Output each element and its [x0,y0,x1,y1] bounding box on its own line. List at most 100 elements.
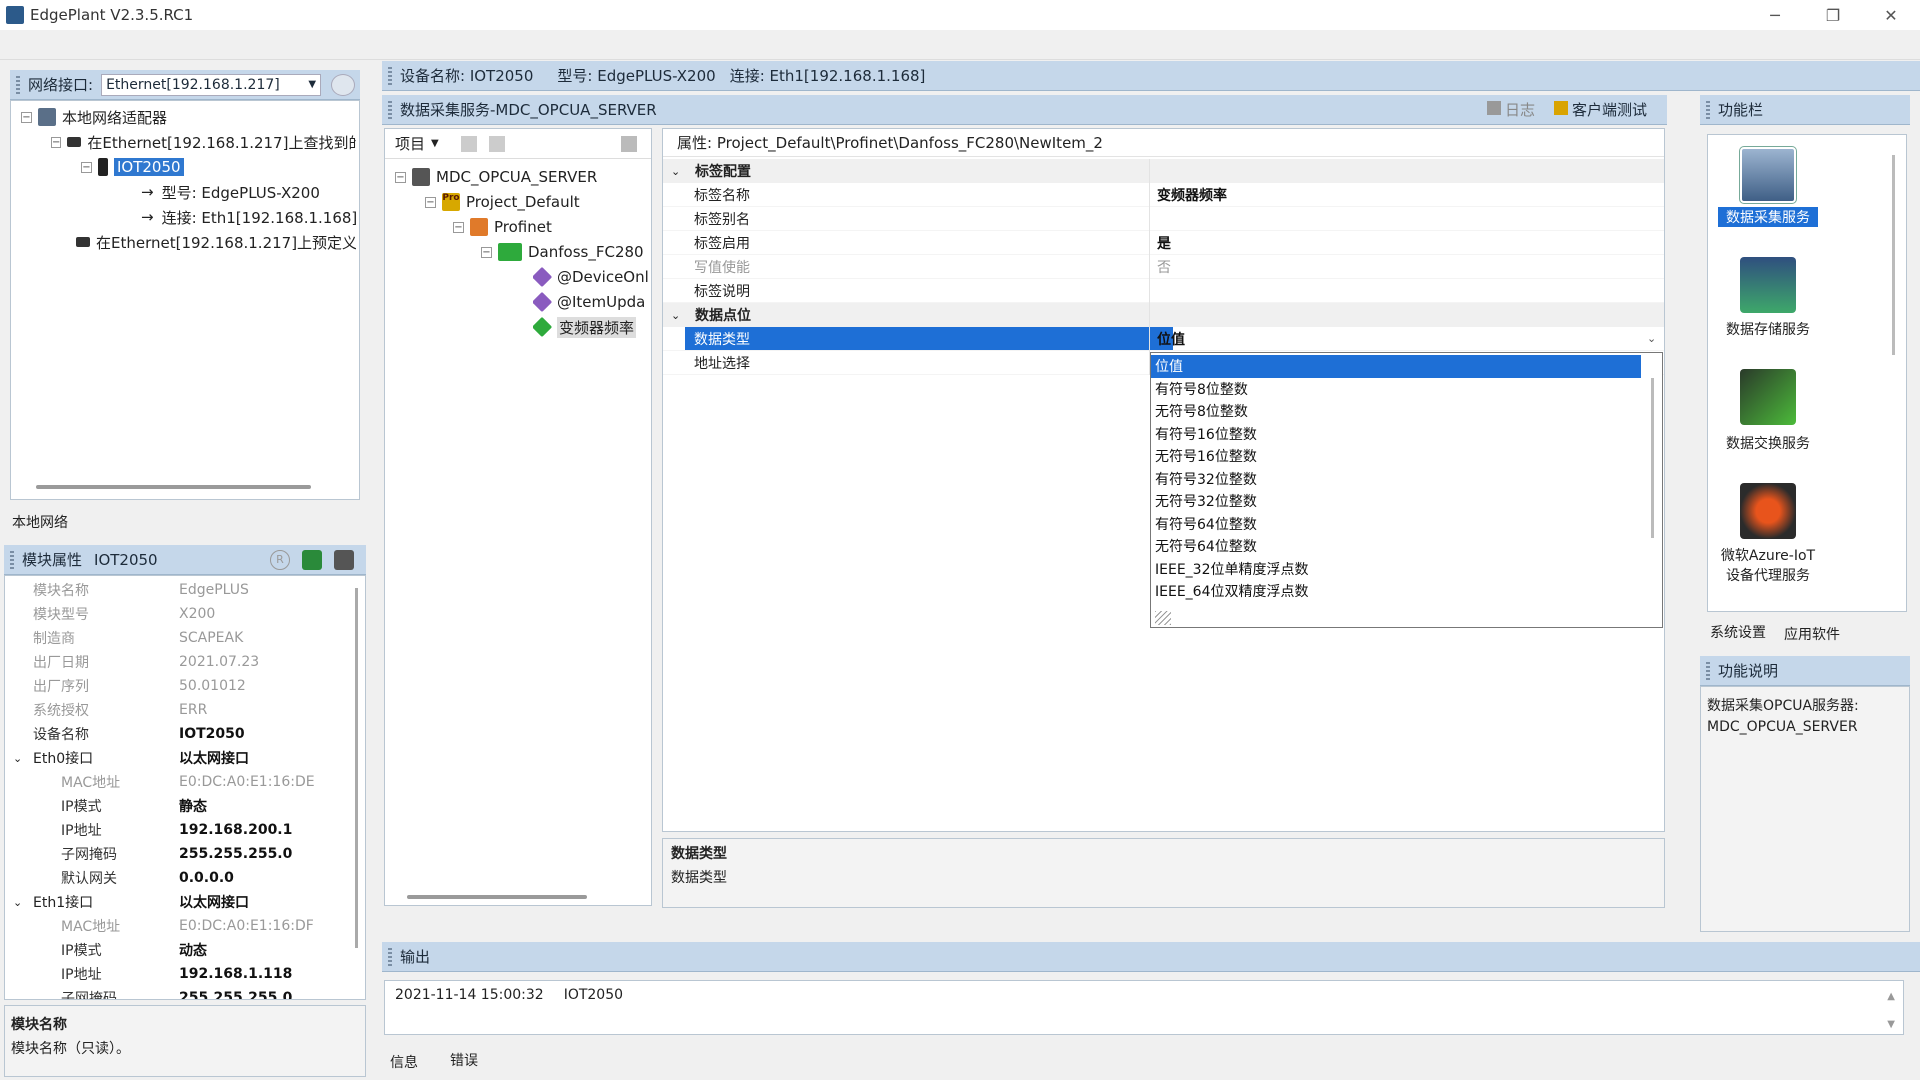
restore-button[interactable]: ❐ [1804,0,1862,30]
property-row[interactable]: 标签启用 是 [663,231,1664,255]
tree-item-itemupdate[interactable]: @ItemUpda [533,290,651,314]
prop-section-eth1[interactable]: ⌄ Eth1接口 以太网接口 [5,890,345,914]
prop-key: MAC地址 [61,919,121,935]
property-section[interactable]: ⌄ 标签配置 [663,159,1664,183]
dropdown-option[interactable]: 无符号32位整数 [1151,490,1641,513]
connect-icon[interactable] [302,549,322,570]
func-data-collection[interactable]: 数据采集服务 [1718,207,1818,227]
tree-item-iot2050[interactable]: − IOT2050 [81,155,184,179]
collapse-icon[interactable]: − [425,196,436,208]
module-props-title: 模块属性 [22,551,83,569]
chevron-down-icon[interactable]: ⌄ [1647,332,1656,345]
tab-local-network[interactable]: 本地网络 [12,512,68,532]
horizontal-scrollbar[interactable] [407,895,587,899]
tree-item-danfoss[interactable]: − Danfoss_FC280 [481,240,644,264]
collapse-icon[interactable]: − [81,161,92,173]
network-select[interactable]: Ethernet[192.168.1.217] ▼ [101,73,322,96]
client-test-button[interactable]: 客户端测试 [1554,99,1647,120]
tree-item-profinet[interactable]: − Profinet [453,215,552,239]
tab-info[interactable]: 信息 [390,1052,418,1072]
r-icon[interactable]: R [270,549,290,570]
tab-app-software[interactable]: 应用软件 [1784,624,1840,644]
data-storage-icon[interactable] [1740,257,1796,313]
refresh-icon[interactable] [331,73,356,96]
dropdown-option[interactable]: IEEE_32位单精度浮点数 [1151,558,1641,581]
paste-icon[interactable] [489,135,505,152]
grip-icon [1706,100,1710,119]
tree-item-model[interactable]: → 型号: EdgePLUS-X200 [141,180,320,204]
dropdown-option[interactable]: 有符号16位整数 [1151,423,1641,446]
prop-key: 设备名称 [33,727,89,743]
prop-key: 子网掩码 [61,847,117,863]
minimize-button[interactable]: ─ [1746,0,1804,30]
tree-item-predefined[interactable]: 在Ethernet[192.168.1.217]上预定义的 [76,230,356,254]
func-data-storage[interactable]: 数据存储服务 [1708,319,1828,339]
property-row[interactable]: 标签名称 变频器频率 [663,183,1664,207]
tab-error[interactable]: 错误 [450,1050,478,1070]
data-collection-icon[interactable] [1739,146,1797,204]
chevron-down-icon[interactable]: ⌄ [13,752,22,765]
chevron-down-icon[interactable]: ⌄ [13,896,22,909]
dropdown-option[interactable]: 位值 [1151,355,1641,378]
tree-item-project[interactable]: − Pro Project_Default [425,190,580,214]
func-data-exchange[interactable]: 数据交换服务 [1708,433,1828,453]
chevron-down-icon[interactable]: ⌄ [671,309,680,322]
dropdown-option[interactable]: 有符号32位整数 [1151,468,1641,491]
tree-item-frequency[interactable]: 变频器频率 [533,315,637,339]
scroll-up-icon[interactable]: ▲ [1887,991,1895,1002]
property-row[interactable]: 写值使能 否 [663,255,1664,279]
chevron-down-icon[interactable]: ⌄ [671,165,680,178]
dropdown-option[interactable]: IEEE_64位双精度浮点数 [1151,580,1641,603]
collapse-icon[interactable]: − [481,246,492,258]
property-key-cell: 写值使能 [685,255,1173,278]
prop-section-eth0[interactable]: ⌄ Eth0接口 以太网接口 [5,746,345,770]
prop-row: 设备名称 IOT2050 [5,722,345,746]
azure-iot-icon[interactable] [1740,483,1796,539]
func-azure-iot[interactable]: 微软Azure-IoT [1708,545,1828,565]
grip-icon [10,550,14,569]
property-key-cell: 标签名称 [685,183,1173,206]
network-icon [67,137,82,147]
collapse-icon[interactable]: − [453,221,464,233]
resize-grip-icon[interactable] [1155,611,1171,625]
property-section[interactable]: ⌄ 数据点位 [663,303,1664,327]
property-value[interactable]: 位值 [1157,329,1185,349]
project-menu-button[interactable]: 项目 [395,133,425,154]
collapse-icon[interactable]: − [21,111,32,123]
horizontal-scrollbar[interactable] [36,485,311,489]
property-row[interactable]: 标签别名 [663,207,1664,231]
dropdown-option[interactable]: 无符号64位整数 [1151,535,1641,558]
dropdown-option[interactable]: 无符号16位整数 [1151,445,1641,468]
data-type-dropdown[interactable]: 位值 有符号8位整数 无符号8位整数 有符号16位整数 无符号16位整数 有符号32位整数… [1150,352,1663,628]
close-button[interactable]: ✕ [1862,0,1920,30]
dropdown-scrollbar[interactable] [1651,378,1654,538]
grip-icon [388,66,392,85]
tree-item-deviceonline[interactable]: @DeviceOnl [533,265,651,289]
dropdown-option[interactable]: 有符号64位整数 [1151,513,1641,536]
vertical-scrollbar[interactable] [1892,155,1895,355]
tree-item-adapter[interactable]: − 本地网络适配器 [21,105,167,129]
prop-key: 系统授权 [33,703,89,719]
prop-value: 192.168.200.1 [179,822,293,838]
download-icon[interactable] [334,549,354,570]
log-button[interactable]: 日志 [1487,99,1535,120]
tree-label: Danfoss_FC280 [528,243,644,261]
copy-icon[interactable] [461,135,477,152]
collapse-icon[interactable]: − [395,171,406,183]
tree-item-conn[interactable]: → 连接: Eth1[192.168.1.168] [141,205,357,229]
layout-icon[interactable] [621,135,637,152]
vertical-scrollbar[interactable] [355,588,358,948]
tab-system-settings[interactable]: 系统设置 [1710,622,1766,642]
tree-item-found[interactable]: − 在Ethernet[192.168.1.217]上查找到的 [51,130,356,154]
property-row[interactable]: 标签说明 [663,279,1664,303]
property-row[interactable]: 数据类型 位值 ⌄ [663,327,1664,351]
tree-item-server[interactable]: − MDC_OPCUA_SERVER [395,165,597,189]
collapse-icon[interactable]: − [51,136,62,148]
dropdown-option[interactable]: 有符号8位整数 [1151,378,1641,401]
dropdown-option[interactable]: 无符号8位整数 [1151,400,1641,423]
tree-label: 型号: EdgePLUS-X200 [161,183,320,202]
scroll-down-icon[interactable]: ▼ [1887,1019,1895,1030]
func-device-proxy[interactable]: 设备代理服务 [1708,565,1828,585]
log-icon [1487,101,1501,115]
data-exchange-icon[interactable] [1740,369,1796,425]
